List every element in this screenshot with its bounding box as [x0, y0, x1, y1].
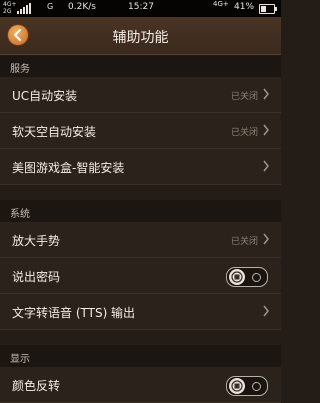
setting-speak-passwords[interactable]: 说出密码 [0, 258, 281, 294]
section-header-display: 显示 [0, 345, 281, 367]
setting-uc-auto-install[interactable]: UC自动安装 已关闭 [0, 77, 281, 113]
setting-label: 软天空自动安装 [12, 125, 97, 139]
chevron-right-icon [263, 233, 269, 245]
setting-label: 颜色反转 [12, 379, 61, 393]
chevron-right-icon [263, 305, 269, 317]
setting-label: UC自动安装 [12, 89, 78, 103]
section-header-services: 服务 [0, 55, 281, 77]
setting-color-inversion[interactable]: 颜色反转 [0, 367, 281, 403]
setting-status: 已关闭 [230, 237, 258, 247]
setting-status: 已关闭 [230, 128, 258, 138]
page-title: 辅助功能 [112, 30, 169, 46]
signal-group: 4G+ 2G [3, 1, 49, 16]
setting-meitu-game-box[interactable]: 美图游戏盒-智能安装 [0, 149, 281, 185]
setting-tts-output[interactable]: 文字转语音 (TTS) 输出 [0, 294, 281, 330]
section-header-system: 系统 [0, 200, 281, 222]
network-speed: 0.2K/s [68, 2, 96, 12]
toggle-dot [252, 382, 261, 391]
network-type-right: 4G+ [213, 0, 229, 8]
chevron-right-icon [263, 88, 269, 100]
g-network-label: G [47, 2, 54, 11]
settings-list: 服务 UC自动安装 已关闭 软天空自动安装 已关闭 美图游戏盒-智能安装 系统 … [0, 55, 281, 403]
section-title: 显示 [10, 354, 30, 365]
section-title: 系统 [10, 209, 30, 220]
setting-label: 美图游戏盒-智能安装 [12, 161, 125, 175]
toggle-knob [229, 378, 245, 394]
color-inversion-toggle[interactable] [226, 376, 268, 396]
chevron-right-icon [263, 160, 269, 172]
setting-label: 说出密码 [12, 270, 61, 284]
speak-passwords-toggle[interactable] [226, 267, 268, 287]
setting-status: 已关闭 [230, 92, 258, 102]
setting-label: 文字转语音 (TTS) 输出 [12, 306, 136, 320]
status-bar: 4G+ 2G G 0.2K/s 15:27 4G+ 41% [0, 0, 281, 17]
toggle-off-icon [231, 380, 243, 392]
network-type-label: 4G+ [3, 1, 17, 8]
signal-bars-icon [17, 3, 31, 14]
title-bar: 辅助功能 [0, 17, 281, 55]
toggle-knob [229, 269, 245, 285]
section-title: 服务 [10, 64, 30, 75]
setting-magnify-gesture[interactable]: 放大手势 已关闭 [0, 222, 281, 258]
chevron-right-icon [263, 124, 269, 136]
setting-soft-sky-auto-install[interactable]: 软天空自动安装 已关闭 [0, 113, 281, 149]
battery-percent: 41% [234, 2, 255, 12]
toggle-off-icon [231, 271, 243, 283]
setting-label: 放大手势 [12, 234, 61, 248]
clock: 15:27 [128, 2, 154, 12]
toggle-dot [252, 273, 261, 282]
battery-icon [259, 4, 277, 14]
network-type-label-2: 2G [3, 8, 12, 15]
